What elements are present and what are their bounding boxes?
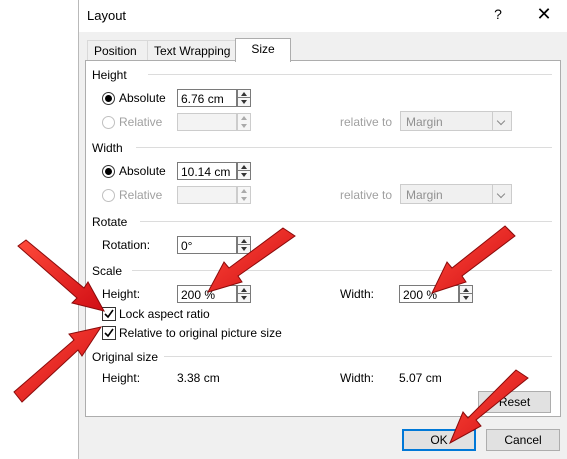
scale-width-spinner[interactable] <box>459 285 473 303</box>
tab-text-wrapping[interactable]: Text Wrapping <box>147 40 241 61</box>
height-relative-to-label: relative to <box>340 115 393 129</box>
rotation-input[interactable]: 0° <box>177 236 237 254</box>
scale-height-spinner[interactable] <box>237 285 251 303</box>
reset-button[interactable]: Reset <box>478 391 551 413</box>
section-scale: Scale <box>92 264 127 278</box>
ok-button[interactable]: OK <box>402 429 476 451</box>
title-bar: Layout ? ✕ <box>79 0 567 32</box>
width-absolute-label: Absolute <box>119 164 166 178</box>
width-relative-to-value: Margin <box>406 188 443 202</box>
chevron-down-icon <box>492 185 511 203</box>
width-absolute-input[interactable]: 10.14 cm <box>177 162 237 180</box>
height-absolute-input[interactable]: 6.76 cm <box>177 89 237 107</box>
lock-aspect-ratio-checkbox[interactable] <box>102 307 116 321</box>
height-absolute-spinner[interactable] <box>237 89 251 107</box>
section-width: Width <box>92 141 127 155</box>
scale-height-input[interactable]: 200 % <box>177 285 237 303</box>
height-relative-to-value: Margin <box>406 115 443 129</box>
height-absolute-label: Absolute <box>119 91 166 105</box>
section-rotate: Rotate <box>92 215 132 229</box>
width-relative-radio[interactable] <box>102 189 115 202</box>
height-absolute-radio[interactable] <box>102 92 115 105</box>
width-absolute-spinner[interactable] <box>237 162 251 180</box>
checkmark-icon <box>104 309 114 319</box>
original-width-value: 5.07 cm <box>399 371 442 385</box>
width-relative-to-select[interactable]: Margin <box>400 184 512 204</box>
section-divider <box>164 356 552 357</box>
background-document <box>0 0 78 459</box>
scale-width-label: Width: <box>340 287 375 301</box>
height-relative-to-select[interactable]: Margin <box>400 111 512 131</box>
section-divider <box>140 221 552 222</box>
width-relative-to-label: relative to <box>340 188 393 202</box>
width-relative-spinner[interactable] <box>237 186 251 204</box>
rotation-label: Rotation: <box>102 238 151 252</box>
height-relative-radio[interactable] <box>102 116 115 129</box>
tab-position[interactable]: Position <box>87 40 149 61</box>
scale-width-input[interactable]: 200 % <box>399 285 459 303</box>
relative-original-size-checkbox[interactable] <box>102 326 116 340</box>
section-divider <box>148 74 552 75</box>
width-absolute-radio[interactable] <box>102 165 115 178</box>
cancel-button[interactable]: Cancel <box>486 429 560 451</box>
original-width-label: Width: <box>340 371 375 385</box>
rotation-spinner[interactable] <box>237 236 251 254</box>
section-divider <box>132 270 552 271</box>
height-relative-input[interactable] <box>177 113 237 131</box>
width-relative-input[interactable] <box>177 186 237 204</box>
tab-size[interactable]: Size <box>235 38 291 62</box>
size-panel: Height Absolute 6.76 cm Relative relativ… <box>85 60 561 417</box>
relative-original-size-label: Relative to original picture size <box>119 326 282 340</box>
section-divider <box>136 147 552 148</box>
width-relative-label: Relative <box>119 188 163 202</box>
scale-height-label: Height: <box>102 287 141 301</box>
original-height-label: Height: <box>102 371 141 385</box>
close-icon[interactable]: ✕ <box>535 4 553 25</box>
help-button[interactable]: ? <box>491 6 505 22</box>
original-height-value: 3.38 cm <box>177 371 220 385</box>
section-height: Height <box>92 68 131 82</box>
layout-dialog: Layout ? ✕ Position Text Wrapping Size H… <box>79 0 567 459</box>
height-relative-label: Relative <box>119 115 163 129</box>
chevron-down-icon <box>492 112 511 130</box>
dialog-title: Layout <box>87 8 127 23</box>
checkmark-icon <box>104 328 114 338</box>
lock-aspect-ratio-label: Lock aspect ratio <box>119 307 210 321</box>
section-original-size: Original size <box>92 350 163 364</box>
height-relative-spinner[interactable] <box>237 113 251 131</box>
